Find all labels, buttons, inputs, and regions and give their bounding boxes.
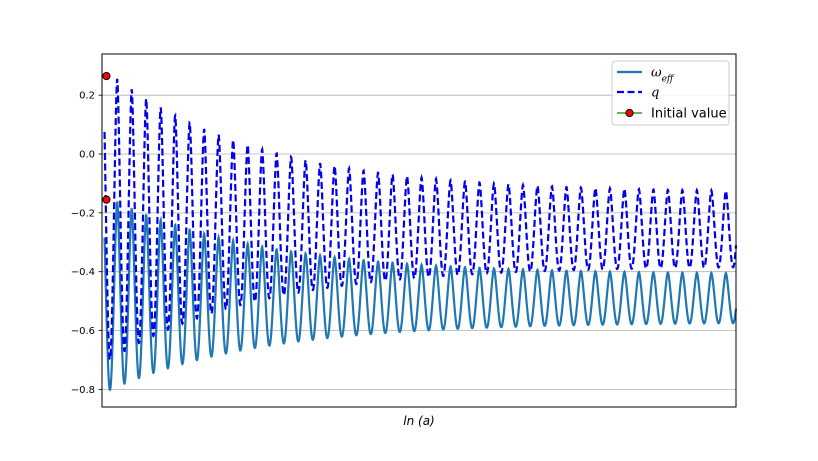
initial-value-marker — [102, 71, 111, 81]
x-axis-label-prefix: ln ( — [403, 414, 424, 428]
legend-label-omega-sub: eff — [662, 75, 675, 85]
x-axis-label-var: a — [423, 414, 430, 428]
legend-label-q: q — [651, 86, 659, 101]
y-tick-label: −0.6 — [71, 326, 95, 337]
y-axis-ticks: 0.2 0.0 −0.2 −0.4 −0.6 −0.8 — [71, 91, 102, 396]
series-layer — [103, 78, 738, 392]
legend-label-omega-base: ω — [651, 66, 662, 81]
legend: ωeff q Initial value — [611, 60, 730, 126]
y-tick-label: 0.0 — [79, 150, 95, 161]
y-tick-label: −0.8 — [71, 385, 95, 396]
initial-value-marker — [102, 195, 111, 204]
legend-swatch-initial-value-marker — [625, 108, 634, 118]
y-tick-label: −0.4 — [71, 267, 95, 278]
x-axis-label: ln (a) — [403, 414, 434, 428]
y-tick-label: 0.2 — [79, 91, 95, 102]
y-tick-label: −0.2 — [71, 208, 95, 219]
x-axis-label-suffix: ) — [429, 414, 435, 428]
grid-lines — [102, 94, 736, 390]
chart: 0.2 0.0 −0.2 −0.4 −0.6 −0.8 ln (a) ωeff q Ini… — [71, 53, 738, 428]
legend-label-initial-value: Initial value — [651, 107, 727, 122]
